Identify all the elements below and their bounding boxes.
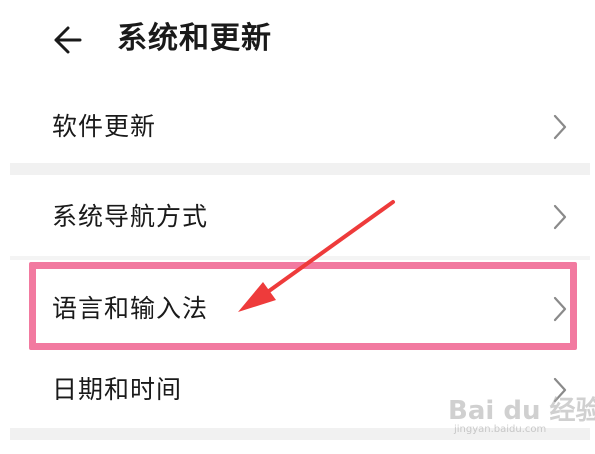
chevron-right-icon [553,296,567,322]
section-divider [10,163,590,175]
back-arrow-icon[interactable] [50,22,90,58]
settings-item-language-input[interactable]: 语言和输入法 [0,274,595,344]
chevron-right-icon [553,204,567,230]
app-header: 系统和更新 [0,0,595,80]
settings-item-label: 语言和输入法 [52,294,209,323]
page-title: 系统和更新 [117,21,272,56]
settings-item-software-update[interactable]: 软件更新 [0,92,595,162]
item-divider [10,256,590,260]
settings-item-label: 软件更新 [52,112,157,141]
settings-item-label: 日期和时间 [52,375,183,404]
watermark-text: Bai du 经验 [448,396,595,426]
watermark-subtext: jingyan.baidu.com [454,424,547,435]
settings-item-label: 系统导航方式 [52,202,209,231]
settings-item-system-navigation[interactable]: 系统导航方式 [0,182,595,252]
baidu-watermark: Bai du 经验 jingyan.baidu.com [448,388,595,440]
chevron-right-icon [553,114,567,140]
